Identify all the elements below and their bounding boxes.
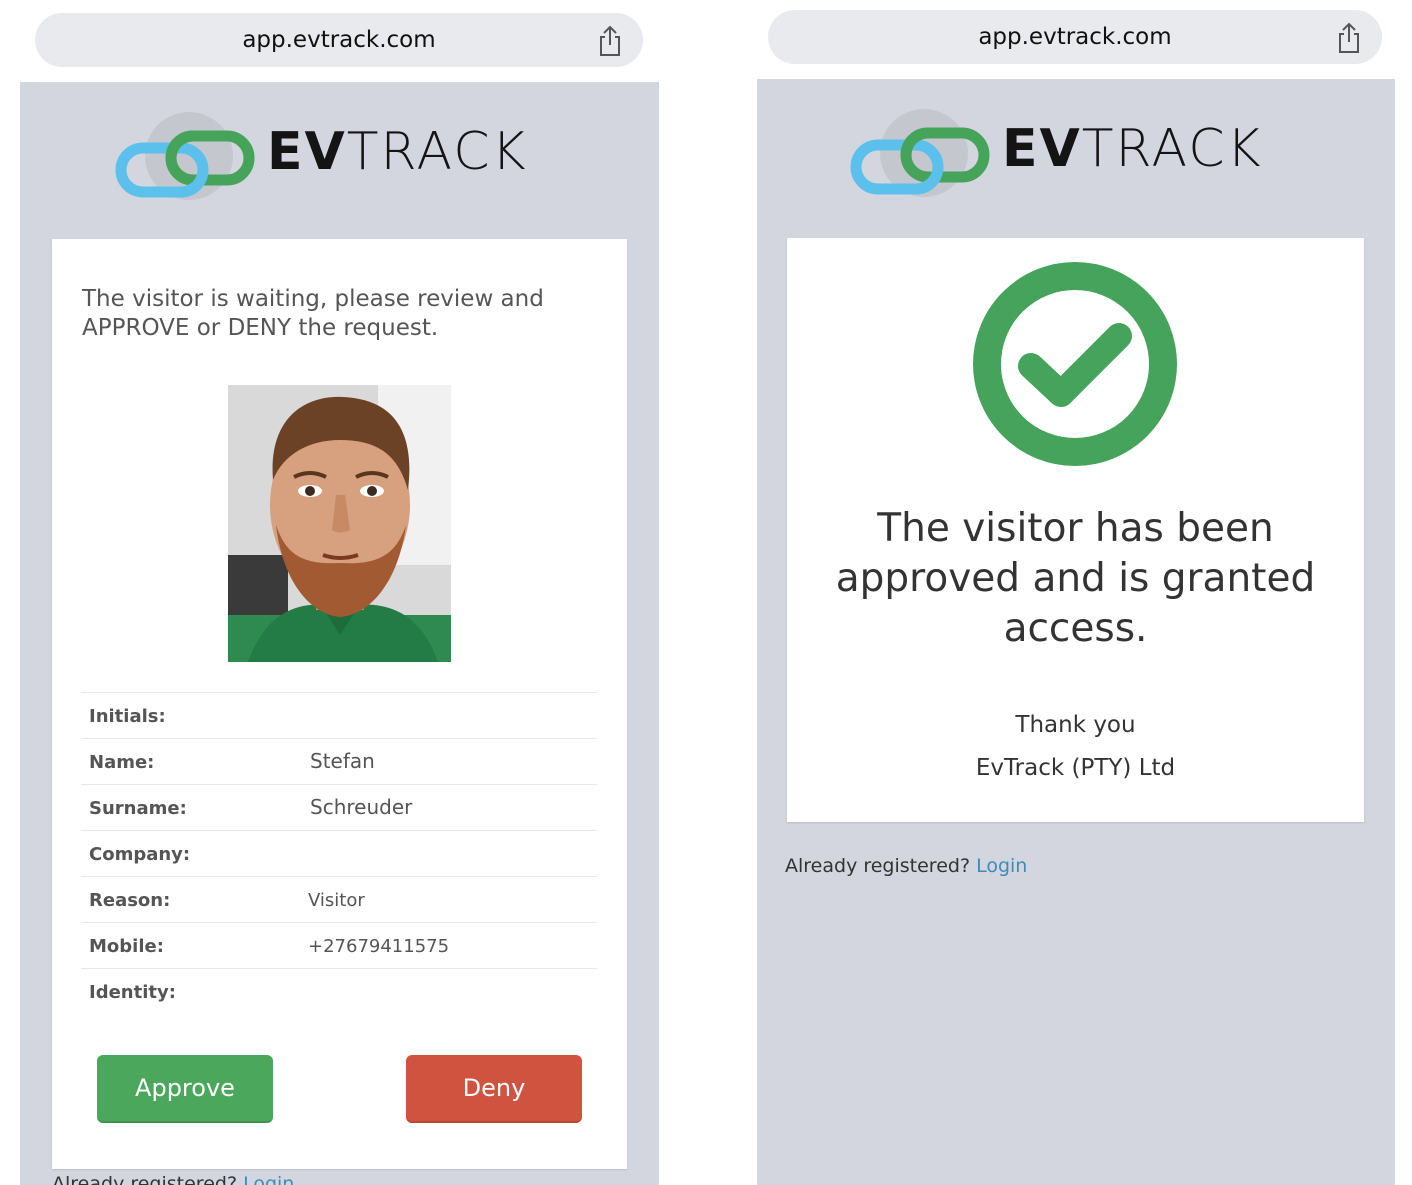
approve-button[interactable]: Approve xyxy=(97,1055,273,1123)
url-text: app.evtrack.com xyxy=(242,27,436,53)
share-icon[interactable] xyxy=(1336,22,1362,54)
thank-you-text: Thank you xyxy=(1015,712,1136,738)
table-row: Company: xyxy=(81,831,597,877)
initials-label: Initials: xyxy=(89,706,166,727)
share-icon[interactable] xyxy=(597,25,623,57)
evtrack-logo: EVTRACK xyxy=(850,105,1300,201)
table-row: Mobile: +27679411575 xyxy=(81,923,597,969)
name-label: Name: xyxy=(89,752,155,773)
evtrack-logo: EVTRACK xyxy=(115,108,565,204)
surname-value: Schreuder xyxy=(310,795,413,819)
table-row: Identity: xyxy=(81,969,597,1014)
address-bar[interactable]: app.evtrack.com xyxy=(768,10,1382,64)
company-name-text: EvTrack (PTY) Ltd xyxy=(975,755,1176,781)
confirmation-card: The visitor has been approved and is gra… xyxy=(787,238,1364,822)
already-registered-text: Already registered? Login xyxy=(52,1173,294,1185)
table-row: Initials: xyxy=(81,693,597,739)
table-row: Surname: Schreuder xyxy=(81,785,597,831)
reason-value: Visitor xyxy=(308,890,365,911)
visitor-details-table: Initials: Name: Stefan Surname: Schreude… xyxy=(81,692,597,1014)
already-registered-text: Already registered? Login xyxy=(785,855,1028,877)
company-label: Company: xyxy=(89,844,191,865)
approval-request-screen: app.evtrack.com EVTRACK The visitor is w… xyxy=(20,0,659,1185)
logo-wordmark: EVTRACK xyxy=(267,122,528,182)
request-card: The visitor is waiting, please review an… xyxy=(52,239,627,1169)
evtrack-chain-logo-icon xyxy=(850,109,990,197)
intro-text: The visitor is waiting, please review an… xyxy=(82,286,544,341)
mobile-label: Mobile: xyxy=(89,936,164,957)
logo-wordmark: EVTRACK xyxy=(1002,119,1263,179)
table-row: Name: Stefan xyxy=(81,739,597,785)
deny-button[interactable]: Deny xyxy=(406,1055,582,1123)
surname-label: Surname: xyxy=(89,798,187,819)
approval-message: The visitor has been approved and is gra… xyxy=(835,506,1316,651)
approved-confirmation-screen: app.evtrack.com EVTRACK The visitor has … xyxy=(757,0,1395,1185)
address-bar[interactable]: app.evtrack.com xyxy=(35,13,643,67)
url-text: app.evtrack.com xyxy=(978,24,1172,50)
evtrack-chain-logo-icon xyxy=(115,112,255,200)
check-circle-icon xyxy=(973,262,1177,466)
visitor-photo xyxy=(228,385,451,662)
table-row: Reason: Visitor xyxy=(81,877,597,923)
name-value: Stefan xyxy=(310,749,375,773)
page-viewport: EVTRACK The visitor is waiting, please r… xyxy=(20,82,659,1185)
mobile-value: +27679411575 xyxy=(308,936,450,957)
reason-label: Reason: xyxy=(89,890,171,911)
login-link[interactable]: Login xyxy=(243,1173,294,1185)
identity-label: Identity: xyxy=(89,982,176,1003)
login-link[interactable]: Login xyxy=(976,855,1027,877)
page-viewport: EVTRACK The visitor has been approved an… xyxy=(757,79,1395,1185)
